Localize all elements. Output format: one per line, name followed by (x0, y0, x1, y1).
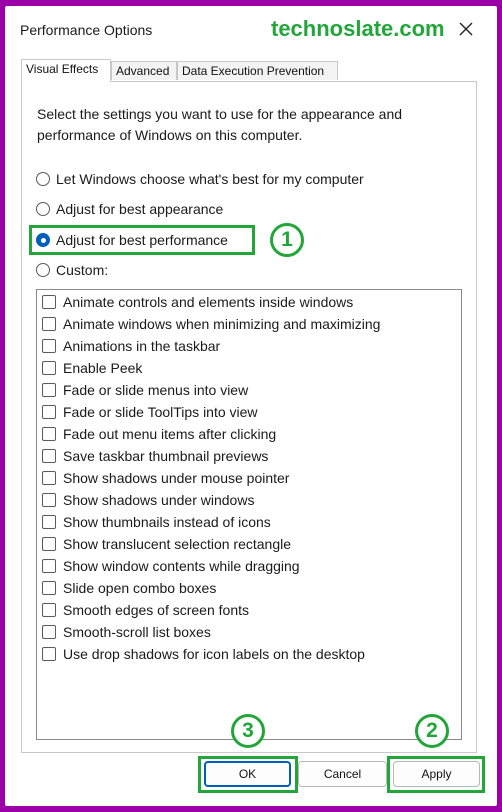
list-item[interactable]: Fade or slide ToolTips into view (42, 402, 258, 422)
checkbox[interactable] (42, 405, 56, 419)
tab-visual-effects[interactable]: Visual Effects (21, 59, 111, 82)
list-item[interactable]: Show translucent selection rectangle (42, 534, 291, 554)
checkbox[interactable] (42, 647, 56, 661)
list-item[interactable]: Animate controls and elements inside win… (42, 292, 353, 312)
radio-button[interactable] (36, 172, 50, 186)
checkbox[interactable] (42, 383, 56, 397)
checkbox-label: Use drop shadows for icon labels on the … (63, 646, 365, 662)
radio-button[interactable] (36, 263, 50, 277)
checkbox-label: Show thumbnails instead of icons (63, 514, 271, 530)
list-item[interactable]: Show shadows under windows (42, 490, 254, 510)
radio-label: Let Windows choose what's best for my co… (56, 171, 364, 187)
checkbox-label: Slide open combo boxes (63, 580, 217, 596)
checkbox[interactable] (42, 317, 56, 331)
checkbox[interactable] (42, 427, 56, 441)
list-item[interactable]: Fade out menu items after clicking (42, 424, 276, 444)
checkbox-label: Fade or slide ToolTips into view (63, 404, 258, 420)
radio-custom[interactable]: Custom: (36, 260, 108, 280)
step-1-badge: 1 (270, 223, 304, 257)
list-item[interactable]: Slide open combo boxes (42, 578, 216, 598)
radio-label: Adjust for best appearance (56, 201, 224, 217)
checkbox[interactable] (42, 339, 56, 353)
apply-button[interactable]: Apply (393, 761, 480, 787)
list-item[interactable]: Save taskbar thumbnail previews (42, 446, 268, 466)
list-item[interactable]: Animations in the taskbar (42, 336, 220, 356)
list-item[interactable]: Show thumbnails instead of icons (42, 512, 271, 532)
highlight-best-performance (29, 225, 255, 255)
checkbox[interactable] (42, 537, 56, 551)
checkbox-label: Save taskbar thumbnail previews (63, 448, 269, 464)
checkbox-label: Show shadows under mouse pointer (63, 470, 290, 486)
list-item[interactable]: Animate windows when minimizing and maxi… (42, 314, 380, 334)
close-icon[interactable] (453, 16, 479, 42)
watermark-text: technoslate.com (271, 16, 445, 41)
list-item[interactable]: Show window contents while dragging (42, 556, 300, 576)
checkbox[interactable] (42, 471, 56, 485)
description-text: Select the settings you want to use for … (37, 106, 403, 143)
window-title: Performance Options (20, 22, 153, 38)
radio-best-appearance[interactable]: Adjust for best appearance (36, 199, 223, 219)
visual-effects-list[interactable]: Animate controls and elements inside win… (36, 289, 462, 740)
list-item[interactable]: Enable Peek (42, 358, 142, 378)
checkbox-label: Show window contents while dragging (63, 558, 300, 574)
checkbox[interactable] (42, 493, 56, 507)
checkbox-label: Animations in the taskbar (63, 338, 221, 354)
list-item[interactable]: Smooth-scroll list boxes (42, 622, 211, 642)
checkbox[interactable] (42, 603, 56, 617)
checkbox-label: Fade out menu items after clicking (63, 426, 277, 442)
visual-effects-panel: Select the settings you want to use for … (21, 81, 477, 753)
checkbox-label: Animate windows when minimizing and maxi… (63, 316, 381, 332)
ok-button[interactable]: OK (204, 761, 291, 787)
tab-advanced[interactable]: Advanced (111, 61, 177, 80)
checkbox[interactable] (42, 449, 56, 463)
title-bar: Performance Options technoslate.com (5, 6, 497, 48)
tab-data-execution-prevention[interactable]: Data Execution Prevention (177, 61, 338, 80)
checkbox[interactable] (42, 581, 56, 595)
step-3-badge: 3 (231, 714, 265, 748)
checkbox[interactable] (42, 559, 56, 573)
list-item[interactable]: Show shadows under mouse pointer (42, 468, 289, 488)
checkbox-label: Show shadows under windows (63, 492, 255, 508)
radio-let-windows-choose[interactable]: Let Windows choose what's best for my co… (36, 169, 364, 189)
checkbox-label: Enable Peek (63, 360, 143, 376)
checkbox-label: Animate controls and elements inside win… (63, 294, 354, 310)
cancel-button[interactable]: Cancel (298, 761, 387, 787)
list-item[interactable]: Use drop shadows for icon labels on the … (42, 644, 365, 664)
step-2-badge: 2 (415, 714, 449, 748)
checkbox-label: Fade or slide menus into view (63, 382, 249, 398)
list-item[interactable]: Smooth edges of screen fonts (42, 600, 249, 620)
checkbox-label: Smooth-scroll list boxes (63, 624, 211, 640)
radio-label: Custom: (56, 262, 109, 278)
performance-options-dialog: Performance Options technoslate.com Visu… (5, 6, 497, 806)
checkbox-label: Show translucent selection rectangle (63, 536, 292, 552)
list-item[interactable]: Fade or slide menus into view (42, 380, 248, 400)
checkbox-label: Smooth edges of screen fonts (63, 602, 249, 618)
checkbox[interactable] (42, 295, 56, 309)
checkbox[interactable] (42, 625, 56, 639)
checkbox[interactable] (42, 515, 56, 529)
radio-button[interactable] (36, 202, 50, 216)
checkbox[interactable] (42, 361, 56, 375)
